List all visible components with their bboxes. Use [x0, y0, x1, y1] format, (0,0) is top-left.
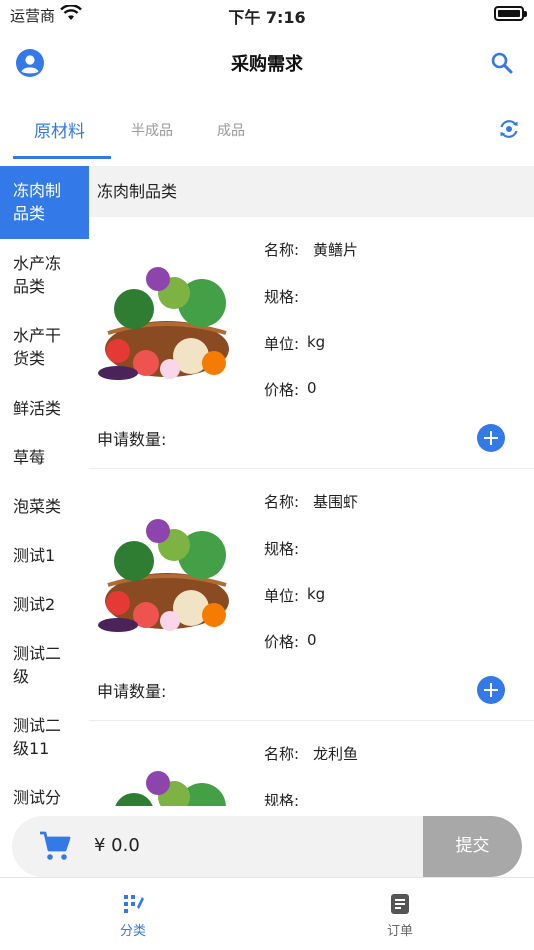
search-icon[interactable]	[490, 51, 514, 75]
category-icon	[124, 895, 144, 913]
tab-finished[interactable]: 成品	[217, 120, 245, 140]
sidebar-item-live[interactable]: 鲜活类	[0, 397, 89, 420]
sidebar-item-frozen-meat[interactable]: 冻肉制品类	[0, 166, 89, 239]
vegetable-basket-image	[98, 519, 229, 632]
sidebar-item-dried-seafood[interactable]: 水产干货类	[0, 324, 89, 370]
add-quantity-button[interactable]	[477, 424, 505, 452]
submit-button[interactable]: 提交	[423, 816, 522, 877]
tab-semi-finished[interactable]: 半成品	[131, 120, 173, 140]
page-title: 采购需求	[231, 54, 303, 75]
sidebar-item-test1[interactable]: 测试1	[0, 544, 89, 567]
cart-icon[interactable]	[39, 831, 71, 861]
sidebar-item-strawberry[interactable]: 草莓	[0, 446, 89, 469]
status-bar: 运营商 下午 7:16	[0, 0, 534, 28]
bottom-tab-bar: 分类 订单	[0, 877, 534, 950]
tabbar-item-orders[interactable]: 订单	[350, 878, 450, 948]
sidebar-item-test-partial[interactable]: 测试分	[0, 786, 89, 806]
category-tabs: 原材料 半成品 成品	[0, 98, 534, 166]
product-price: 0	[307, 631, 317, 649]
product-spec-label: 规格:	[264, 540, 300, 558]
product-name-label: 名称:	[264, 493, 300, 511]
tabbar-label-orders: 订单	[386, 924, 413, 939]
product-name: 基围虾	[313, 493, 359, 511]
product-spec-label: 规格:	[264, 792, 300, 806]
clock: 下午 7:16	[228, 8, 306, 27]
cart-total: ¥ 0.0	[94, 835, 140, 856]
product-price: 0	[307, 379, 317, 397]
active-tab-indicator	[13, 156, 111, 159]
sidebar-item-test-level2-11[interactable]: 测试二级11	[0, 714, 89, 760]
sidebar-item-test2[interactable]: 测试2	[0, 593, 89, 616]
product-name: 龙利鱼	[313, 745, 359, 763]
sidebar-item-test-level2[interactable]: 测试二级	[0, 642, 89, 688]
nav-bar: 采购需求	[0, 28, 534, 98]
product-unit: kg	[307, 585, 326, 603]
vegetable-basket-image	[98, 267, 229, 380]
product-spec-label: 规格:	[264, 288, 300, 306]
tabbar-item-category[interactable]: 分类	[83, 878, 183, 948]
cart-bar: ¥ 0.0 提交	[12, 816, 522, 877]
product-card: 名称: 黄鳝片 规格: 单位: kg 价格: 0 申请数量:	[89, 217, 534, 469]
tab-raw-materials[interactable]: 原材料	[34, 117, 85, 142]
product-price-label: 价格:	[264, 633, 300, 651]
vegetable-basket-image	[115, 771, 226, 806]
category-sidebar: 冻肉制品类 水产冻品类 水产干货类 鲜活类 草莓 泡菜类 测试1 测试2 测试二…	[0, 166, 89, 806]
add-quantity-button[interactable]	[477, 676, 505, 704]
category-header: 冻肉制品类	[89, 166, 534, 217]
product-list: 冻肉制品类 名称: 黄鳝片 规格: 单位: kg 价格: 0 申请数量: 名称:…	[89, 166, 534, 806]
tabbar-label-category: 分类	[119, 924, 146, 939]
battery-icon	[494, 6, 527, 21]
product-unit: kg	[307, 333, 326, 351]
request-quantity-label: 申请数量:	[97, 682, 167, 701]
product-name-label: 名称:	[264, 745, 300, 763]
sidebar-item-pickles[interactable]: 泡菜类	[0, 495, 89, 518]
product-card: 名称: 龙利鱼 规格:	[89, 721, 534, 806]
product-card: 名称: 基围虾 规格: 单位: kg 价格: 0 申请数量:	[89, 469, 534, 721]
sidebar-item-frozen-seafood[interactable]: 水产冻品类	[0, 252, 89, 298]
request-quantity-label: 申请数量:	[97, 430, 167, 449]
product-unit-label: 单位:	[264, 335, 300, 353]
refresh-icon[interactable]	[498, 118, 520, 140]
order-icon	[391, 894, 409, 914]
product-name-label: 名称:	[264, 241, 300, 259]
product-unit-label: 单位:	[264, 587, 300, 605]
product-name: 黄鳝片	[313, 241, 359, 259]
product-price-label: 价格:	[264, 381, 300, 399]
